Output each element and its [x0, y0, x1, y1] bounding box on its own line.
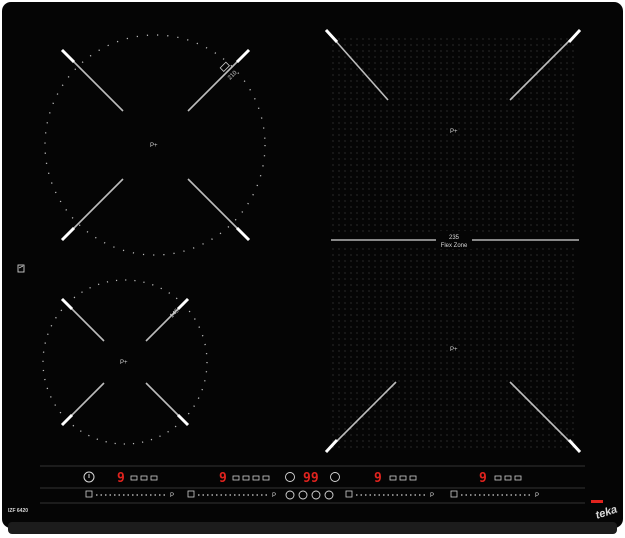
slider-max-label-3: P	[430, 493, 434, 499]
power-level-display-4: 9	[479, 471, 487, 486]
timer-display: 99	[303, 471, 319, 486]
flex-top-boost-label: P+	[450, 129, 458, 135]
flex-zone-name-label: Flex Zone	[441, 243, 468, 249]
model-number: IZF 6420	[8, 508, 28, 514]
zone-boost-label: P+	[150, 143, 158, 149]
slider-max-label-1: P	[170, 493, 174, 499]
flex-zone-size-label: 235	[449, 235, 460, 241]
induction-hob: P+ 210 P+ 145 P+ P+ 235 Flex Zone 9 9 99…	[2, 2, 623, 534]
power-level-display-1: 9	[117, 471, 125, 486]
slider-max-label-2: P	[272, 493, 276, 499]
power-level-display-3: 9	[374, 471, 382, 486]
power-level-display-2: 9	[219, 471, 227, 486]
brand-logo-accent	[591, 500, 603, 503]
slider-max-label-4: P	[535, 493, 539, 499]
flex-bottom-boost-label: P+	[450, 347, 458, 353]
frame-bottom-edge	[8, 522, 617, 534]
zone-boost-label: P+	[120, 360, 128, 366]
